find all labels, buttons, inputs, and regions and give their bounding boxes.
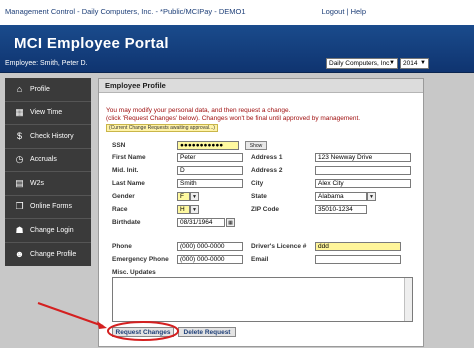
panel-heading: Employee Profile (99, 79, 423, 93)
request-changes-button[interactable]: Request Changes (112, 327, 174, 337)
state-select[interactable]: Alabama (315, 192, 367, 201)
window-titlebar: Management Control - Daily Computers, In… (0, 0, 474, 25)
sidebar-item-change-profile[interactable]: ☻ Change Profile (5, 243, 91, 267)
help-link[interactable]: Help (351, 7, 366, 16)
ssn-label: SSN (112, 142, 126, 149)
ssn-field[interactable]: ●●●●●●●●●●● (177, 141, 239, 150)
address1-field[interactable]: 123 Newway Drive (315, 153, 411, 162)
mid-init-field[interactable]: D (177, 166, 243, 175)
link-separator: | (346, 7, 349, 16)
login-icon: ☗ (15, 224, 24, 235)
sidebar-item-w2s[interactable]: ▤ W2s (5, 172, 91, 196)
birthdate-field[interactable]: 08/31/1964 (177, 218, 225, 227)
first-name-field[interactable]: Peter (177, 153, 243, 162)
sidebar-item-view-time[interactable]: ▦ View Time (5, 102, 91, 125)
sidebar-item-label: Change Profile (30, 250, 77, 258)
top-links: Logout | Help (321, 7, 366, 16)
misc-updates-textarea[interactable] (112, 277, 413, 322)
address2-label: Address 2 (251, 167, 283, 174)
sidebar-item-check-history[interactable]: $ Check History (5, 125, 91, 149)
chevron-down-icon[interactable]: ▼ (190, 192, 199, 201)
race-label: Race (112, 206, 128, 213)
phone-label: Phone (112, 243, 132, 250)
last-name-field[interactable]: Smith (177, 179, 243, 188)
birthdate-label: Birthdate (112, 219, 141, 226)
money-bag-icon: $ (16, 130, 22, 141)
phone-field[interactable]: (000) 000-0000 (177, 242, 243, 251)
sidebar-item-label: View Time (30, 109, 63, 117)
show-ssn-button[interactable]: Show (245, 141, 267, 150)
first-name-label: First Name (112, 154, 146, 161)
zip-field[interactable]: 35010-1234 (315, 205, 367, 214)
instruction-message: You may modify your personal data, and t… (106, 107, 291, 114)
email-label: Email (251, 256, 269, 263)
instruction-message-2: (click 'Request Changes' below). Changes… (106, 115, 361, 122)
calendar-picker-icon[interactable]: ▦ (226, 218, 235, 227)
sidebar-item-label: W2s (30, 179, 44, 187)
person-icon: ☻ (14, 248, 25, 259)
sidebar-item-label: Profile (30, 85, 50, 93)
sidebar-item-accruals[interactable]: ◷ Accruals (5, 149, 91, 172)
drivers-license-label: Driver's Licence # (251, 243, 307, 250)
sidebar-item-online-forms[interactable]: ❐ Online Forms (5, 196, 91, 219)
emergency-phone-field[interactable]: (000) 000-0000 (177, 255, 243, 264)
state-label: State (251, 193, 267, 200)
sidebar-item-profile[interactable]: ⌂ Profile (5, 78, 91, 102)
chevron-down-icon[interactable]: ▼ (367, 192, 376, 201)
mid-init-label: Mid. Init. (112, 167, 139, 174)
race-select[interactable]: H (177, 205, 190, 214)
emergency-phone-label: Emergency Phone (112, 256, 169, 263)
city-label: City (251, 180, 264, 187)
gender-select[interactable]: F (177, 192, 190, 201)
forms-icon: ❐ (15, 201, 24, 212)
employee-profile-panel: Employee Profile You may modify your per… (98, 78, 424, 347)
drivers-license-field[interactable]: ddd (315, 242, 401, 251)
delete-request-button[interactable]: Delete Request (178, 327, 236, 337)
employee-name: Employee: Smith, Peter D. (5, 60, 88, 67)
sidebar-item-label: Online Forms (30, 203, 73, 211)
home-icon: ⌂ (16, 83, 23, 94)
address1-label: Address 1 (251, 154, 283, 161)
clock-icon: ◷ (15, 154, 24, 165)
sidebar: ⌂ Profile ▦ View Time $ Check History ◷ … (5, 78, 91, 266)
textarea-scrollbar[interactable] (404, 278, 412, 321)
window-title: Management Control - Daily Computers, In… (5, 7, 246, 16)
calendar-icon: ▦ (15, 107, 24, 118)
sidebar-item-change-login[interactable]: ☗ Change Login (5, 219, 91, 243)
company-select[interactable]: Daily Computers, Inc. ▼ (326, 58, 398, 69)
chevron-down-icon[interactable]: ▼ (190, 205, 199, 214)
chevron-down-icon: ▼ (389, 60, 395, 66)
email-field[interactable] (315, 255, 401, 264)
gender-label: Gender (112, 193, 135, 200)
city-field[interactable]: Alex City (315, 179, 411, 188)
portal-header: MCI Employee Portal Employee: Smith, Pet… (0, 25, 474, 73)
year-select-value: 2014 (403, 60, 418, 67)
address2-field[interactable] (315, 166, 411, 175)
last-name-label: Last Name (112, 180, 145, 187)
pending-requests-notice: (Current Change Requests awaiting approv… (106, 124, 218, 132)
document-icon: ▤ (15, 177, 24, 188)
zip-label: ZIP Code (251, 206, 280, 213)
sidebar-item-label: Change Login (30, 226, 74, 234)
year-select[interactable]: 2014 ▼ (400, 58, 429, 69)
sidebar-item-label: Accruals (30, 156, 57, 164)
logout-link[interactable]: Logout (321, 7, 344, 16)
misc-updates-label: Misc. Updates (112, 269, 156, 276)
portal-title: MCI Employee Portal (14, 35, 169, 52)
sidebar-item-label: Check History (30, 132, 74, 140)
company-select-value: Daily Computers, Inc. (329, 60, 392, 67)
chevron-down-icon: ▼ (420, 60, 426, 66)
